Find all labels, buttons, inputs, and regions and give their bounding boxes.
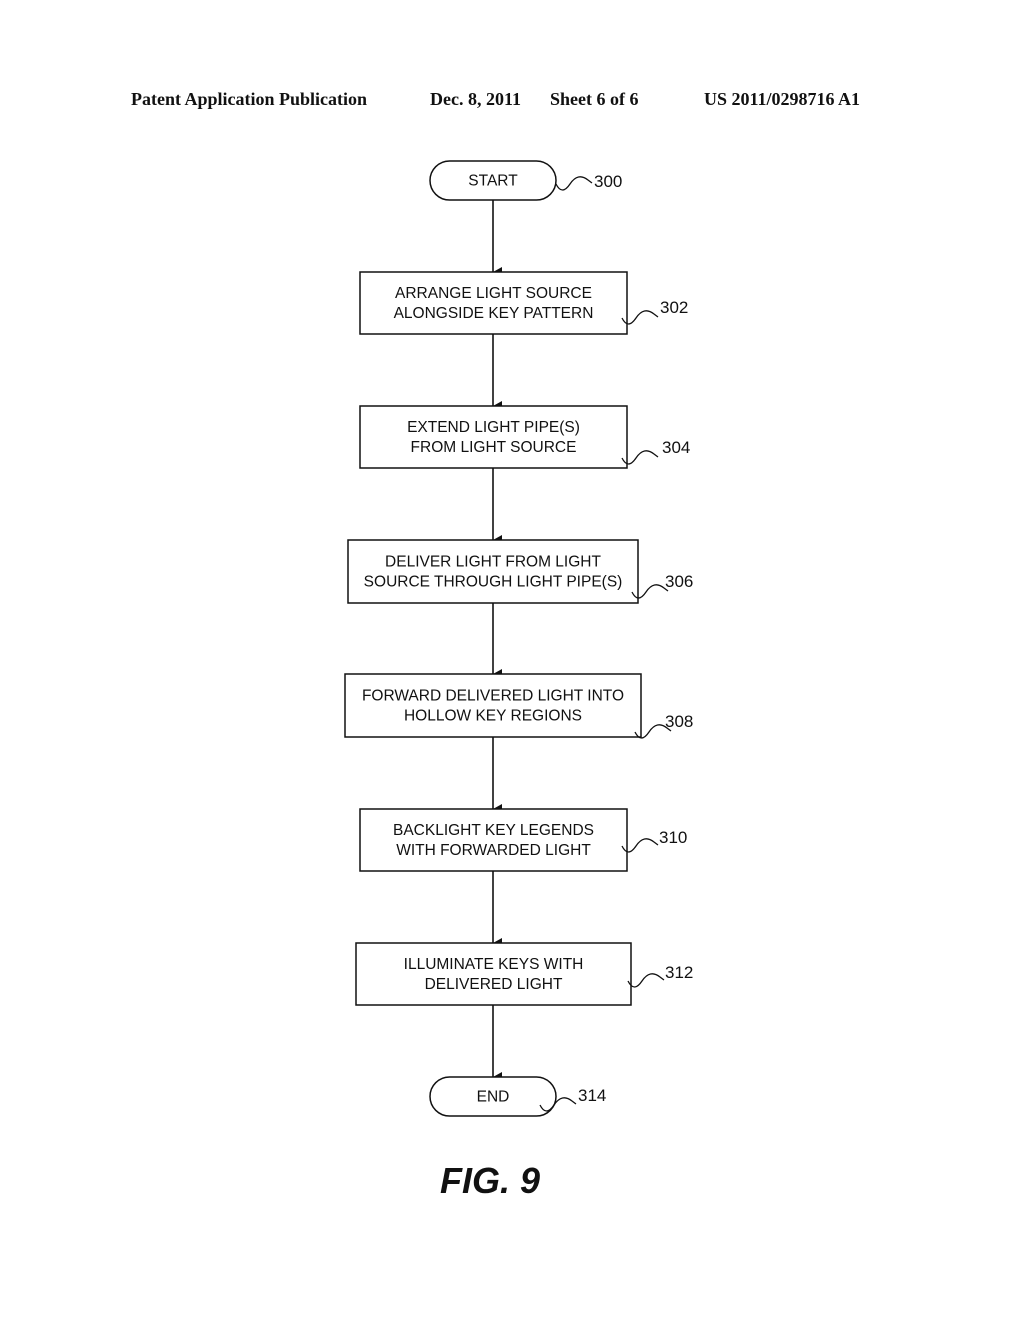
process-box <box>344 673 642 738</box>
leader-line <box>627 973 665 988</box>
reference-numeral: 308 <box>665 712 693 731</box>
node-label-line: END <box>477 1089 510 1106</box>
flow-node-arrange: ARRANGE LIGHT SOURCE ALONGSIDE KEY PATTER… <box>359 271 688 335</box>
reference-numeral: 312 <box>665 963 693 982</box>
reference-numeral: 310 <box>659 828 687 847</box>
node-label-line: FORWARD DELIVERED LIGHT INTO <box>362 688 624 705</box>
node-label-line: START <box>468 173 518 190</box>
node-label-line: ALONGSIDE KEY PATTERN <box>394 305 594 322</box>
process-box <box>359 405 628 469</box>
flowchart: START 300 ARRANGE LIGHT SOURCE ALONGSIDE KE… <box>344 160 693 1117</box>
flow-node-start: START 300 <box>429 160 622 201</box>
flow-node-backlight: BACKLIGHT KEY LEGENDS WITH FORWARDED LIGH… <box>359 808 687 872</box>
reference-numeral: 300 <box>594 172 622 191</box>
leader-line <box>555 176 593 191</box>
reference-numeral: 302 <box>660 298 688 317</box>
process-box <box>359 808 628 872</box>
reference-numeral: 306 <box>665 572 693 591</box>
node-label-line: FROM LIGHT SOURCE <box>411 439 577 456</box>
process-box <box>359 271 628 335</box>
flow-node-forward: FORWARD DELIVERED LIGHT INTO HOLLOW KEY R… <box>344 673 693 739</box>
figure-label: FIG. 9 <box>439 1160 541 1201</box>
process-box <box>347 539 639 604</box>
node-label-line: DELIVER LIGHT FROM LIGHT <box>385 554 601 571</box>
node-label-line: EXTEND LIGHT PIPE(S) <box>407 419 580 436</box>
node-label-line: ARRANGE LIGHT SOURCE <box>395 285 592 302</box>
flow-node-extend: EXTEND LIGHT PIPE(S) FROM LIGHT SOURCE 304 <box>359 405 690 469</box>
reference-numeral: 314 <box>578 1086 606 1105</box>
node-label-line: ILLUMINATE KEYS WITH <box>404 956 584 973</box>
node-label-line: SOURCE THROUGH LIGHT PIPE(S) <box>364 574 623 591</box>
reference-numeral: 304 <box>662 438 690 457</box>
flow-node-end: END 314 <box>429 1076 606 1117</box>
process-box <box>355 942 632 1006</box>
flow-node-deliver: DELIVER LIGHT FROM LIGHT SOURCE THROUGH L… <box>347 539 693 604</box>
node-label-line: HOLLOW KEY REGIONS <box>404 708 582 725</box>
node-label-line: DELIVERED LIGHT <box>425 976 563 993</box>
flow-node-illuminate: ILLUMINATE KEYS WITH DELIVERED LIGHT 312 <box>355 942 693 1006</box>
node-label-line: WITH FORWARDED LIGHT <box>396 842 591 859</box>
node-label-line: BACKLIGHT KEY LEGENDS <box>393 822 594 839</box>
